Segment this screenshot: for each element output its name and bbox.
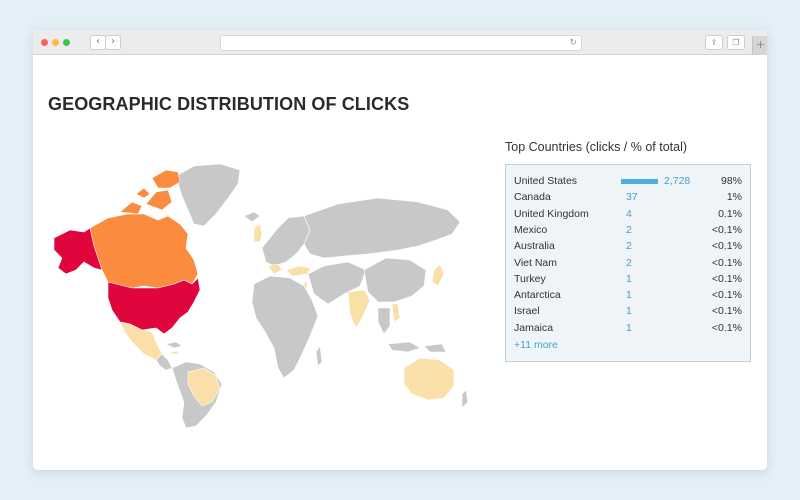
country-row[interactable]: United States 2,728 98% bbox=[506, 173, 750, 189]
country-percent: <0.1% bbox=[711, 240, 742, 253]
country-clicks[interactable]: 4 bbox=[626, 206, 632, 222]
page-title: GEOGRAPHIC DISTRIBUTION OF CLICKS bbox=[48, 94, 410, 114]
map-country[interactable] bbox=[363, 257, 427, 303]
country-row[interactable]: Turkey 1 <0.1% bbox=[506, 271, 750, 287]
country-name: Mexico bbox=[514, 223, 548, 236]
country-percent: 98% bbox=[720, 175, 742, 187]
country-name: Canada bbox=[514, 191, 551, 204]
country-row[interactable]: Israel 1 <0.1% bbox=[506, 303, 750, 319]
country-percent: 0.1% bbox=[718, 207, 742, 220]
country-name: Jamaica bbox=[514, 321, 554, 334]
country-row[interactable]: Australia 2 <0.1% bbox=[506, 238, 750, 254]
map-country[interactable] bbox=[461, 389, 468, 409]
world-choropleth-map bbox=[53, 163, 468, 428]
country-clicks[interactable]: 1 bbox=[626, 287, 632, 303]
tabs-overview-icon[interactable]: ❐ bbox=[727, 35, 745, 50]
country-name: Israel bbox=[514, 305, 540, 318]
forward-arrow-icon[interactable]: › bbox=[105, 35, 121, 50]
map-country-canada[interactable] bbox=[89, 213, 199, 289]
country-row[interactable]: Mexico 2 <0.1% bbox=[506, 222, 750, 238]
country-name: Antarctica bbox=[514, 289, 561, 302]
map-country[interactable] bbox=[377, 307, 391, 335]
country-name: United Kingdom bbox=[514, 207, 589, 220]
country-row[interactable]: United Kingdom 4 0.1% bbox=[506, 206, 750, 222]
new-tab-button[interactable]: + bbox=[752, 36, 767, 54]
map-country[interactable] bbox=[387, 341, 447, 353]
country-name: Turkey bbox=[514, 272, 546, 285]
map-country-canada-arctic[interactable] bbox=[119, 169, 181, 215]
country-name: United States bbox=[514, 175, 578, 187]
reload-icon[interactable]: ↻ bbox=[569, 36, 577, 50]
map-country-australia[interactable] bbox=[403, 357, 455, 401]
close-window-button[interactable] bbox=[41, 39, 48, 46]
maximize-window-button[interactable] bbox=[63, 39, 70, 46]
country-clicks[interactable]: 2 bbox=[626, 255, 632, 271]
map-country-turkey[interactable] bbox=[285, 265, 311, 277]
country-row[interactable]: Viet Nam 2 <0.1% bbox=[506, 255, 750, 271]
country-row[interactable]: Canada 37 1% bbox=[506, 189, 750, 205]
country-clicks[interactable]: 2,728 bbox=[664, 173, 690, 189]
country-clicks[interactable]: 37 bbox=[626, 189, 638, 205]
map-country-united-kingdom[interactable] bbox=[253, 223, 263, 243]
map-country[interactable] bbox=[315, 345, 323, 367]
map-country[interactable] bbox=[243, 211, 261, 223]
country-percent: <0.1% bbox=[711, 321, 742, 334]
map-country[interactable] bbox=[431, 263, 445, 287]
country-percent: <0.1% bbox=[711, 289, 742, 302]
country-clicks[interactable]: 1 bbox=[626, 303, 632, 319]
map-country[interactable] bbox=[267, 263, 283, 275]
browser-window: ‹ › ↻ ⇪ ❐ + GEOGRAPHIC DISTRIBUTION OF C… bbox=[33, 30, 767, 470]
country-percent: <0.1% bbox=[711, 305, 742, 318]
country-row[interactable]: Jamaica 1 <0.1% bbox=[506, 320, 750, 336]
share-icon[interactable]: ⇪ bbox=[705, 35, 723, 50]
country-row[interactable]: Antarctica 1 <0.1% bbox=[506, 287, 750, 303]
map-country[interactable] bbox=[261, 215, 311, 267]
country-name: Viet Nam bbox=[514, 256, 557, 269]
more-countries-link[interactable]: +11 more bbox=[514, 339, 558, 351]
minimize-window-button[interactable] bbox=[52, 39, 59, 46]
map-country-greenland[interactable] bbox=[175, 163, 241, 227]
map-country[interactable] bbox=[171, 350, 179, 355]
map-country[interactable] bbox=[165, 341, 183, 349]
map-country[interactable] bbox=[303, 197, 461, 259]
country-percent: <0.1% bbox=[711, 223, 742, 236]
country-name: Australia bbox=[514, 240, 555, 253]
back-arrow-icon[interactable]: ‹ bbox=[90, 35, 106, 50]
country-percent: <0.1% bbox=[711, 272, 742, 285]
country-clicks[interactable]: 2 bbox=[626, 238, 632, 254]
map-country-viet-nam[interactable] bbox=[391, 303, 401, 323]
browser-titlebar: ‹ › ↻ ⇪ ❐ + bbox=[33, 30, 767, 55]
map-country[interactable] bbox=[347, 289, 371, 329]
top-countries-title: Top Countries (clicks / % of total) bbox=[505, 140, 688, 154]
country-percent: <0.1% bbox=[711, 256, 742, 269]
map-country[interactable] bbox=[251, 275, 319, 379]
top-countries-panel: United States 2,728 98% Canada 37 1% United Ki… bbox=[505, 164, 751, 362]
country-clicks[interactable]: 1 bbox=[626, 320, 632, 336]
country-percent: 1% bbox=[726, 191, 742, 204]
country-clicks[interactable]: 1 bbox=[626, 271, 632, 287]
click-share-bar bbox=[621, 179, 659, 184]
address-bar[interactable]: ↻ bbox=[220, 35, 582, 51]
country-clicks[interactable]: 2 bbox=[626, 222, 632, 238]
